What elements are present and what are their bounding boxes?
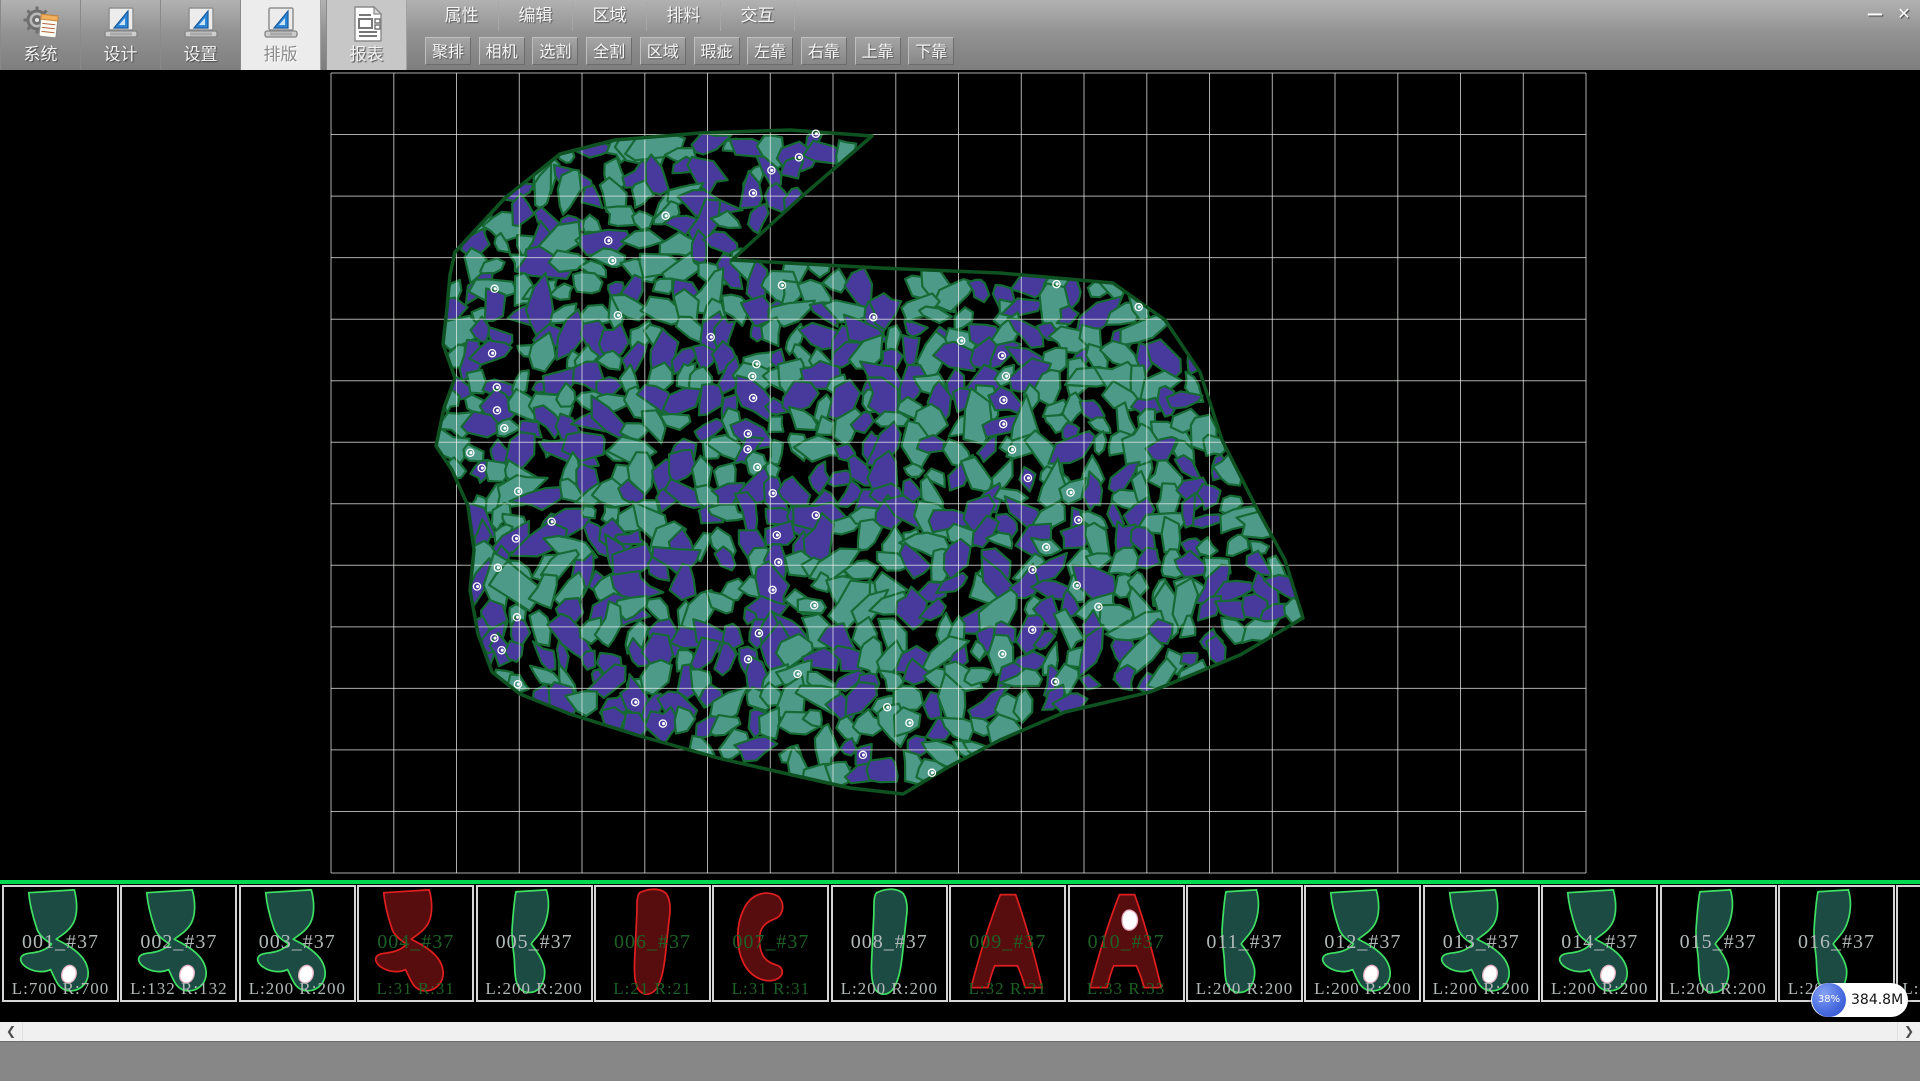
piece-id-label: 009_#37 [951, 931, 1064, 954]
nesting-canvas[interactable] [0, 70, 1920, 880]
piece-size-label: L:200 R:200 [478, 979, 591, 999]
menu-tab-1[interactable]: 属性 [425, 2, 499, 31]
laptop-ruler-icon [181, 3, 221, 45]
thumb-cell-6[interactable]: 006_#37 L:21 R:21 [594, 885, 711, 1002]
tool-button-8[interactable]: 右靠 [801, 37, 847, 65]
piece-size-label: L:33 R:33 [1070, 979, 1183, 999]
piece-id-label: 001_#37 [4, 931, 117, 954]
piece-id-label: 005_#37 [478, 931, 591, 954]
main-button-label: 设计 [81, 45, 160, 65]
thumb-cell-12[interactable]: 012_#37 L:200 R:200 [1304, 885, 1421, 1002]
thumb-cell-3[interactable]: 003_#37 L:200 R:200 [239, 885, 356, 1002]
close-button[interactable]: ✕ [1891, 3, 1917, 25]
main-button-label: 设置 [161, 45, 240, 65]
main-button-1[interactable]: 系统 [0, 0, 81, 70]
piece-size-label: L:200 R:200 [1543, 979, 1656, 999]
thumbnail-strip: 001_#37L:700 R:700002_#37L:132 R:132003_… [0, 884, 1920, 1004]
tool-button-10[interactable]: 下靠 [908, 37, 954, 65]
piece-size-label: L:200 R:200 [1662, 979, 1775, 999]
piece-size-label: L:200 R:200 [1425, 979, 1538, 999]
tool-button-1[interactable]: 聚排 [425, 37, 471, 65]
tool-button-7[interactable]: 左靠 [747, 37, 793, 65]
piece-size-label: L:700 R:700 [4, 979, 117, 999]
thumb-cell-8[interactable]: 008_#37 L:200 R:200 [831, 885, 948, 1002]
main-button-label: 系统 [1, 45, 80, 65]
piece-id-label: 014_#37 [1543, 931, 1656, 954]
piece-id-label: 008_#37 [833, 931, 946, 954]
thumb-cell-10[interactable]: 010_#37 L:33 R:33 [1068, 885, 1185, 1002]
piece-size-label: L:21 R:21 [596, 979, 709, 999]
laptop-ruler-icon [261, 3, 301, 45]
piece-size-label: L:200 R:200 [1188, 979, 1301, 999]
top-toolbar: 系统 设计 设置 排版 [0, 0, 1920, 71]
piece-size-label: L:200 R:200 [241, 979, 354, 999]
report-doc-icon [347, 3, 387, 45]
scroll-left-button[interactable]: ❮ [0, 1022, 23, 1041]
main-button-2[interactable]: 设计 [80, 0, 161, 70]
piece-id-label: 003_#37 [241, 931, 354, 954]
thumb-cell-11[interactable]: 011_#37 L:200 R:200 [1186, 885, 1303, 1002]
piece-size-label: L:31 R:31 [359, 979, 472, 999]
progress-percent: 38% [1812, 983, 1846, 1017]
tool-button-3[interactable]: 选割 [532, 37, 578, 65]
piece-size-label: L:200 R:200 [833, 979, 946, 999]
scroll-right-button[interactable]: ❯ [1897, 1022, 1920, 1041]
horizontal-scrollbar[interactable]: ❮ ❯ [0, 1022, 1920, 1041]
piece-id-label: 015_#37 [1662, 931, 1775, 954]
main-button-label: 报表 [327, 45, 406, 65]
piece-size-label: L:132 R:132 [122, 979, 235, 999]
main-button-4[interactable]: 排版 [240, 0, 321, 70]
thumb-cell-2[interactable]: 002_#37 L:132 R:132 [120, 885, 237, 1002]
bottom-status-bar [0, 1041, 1920, 1081]
thumb-cell-15[interactable]: 015_#37 L:200 R:200 [1660, 885, 1777, 1002]
thumb-cell-14[interactable]: 014_#37 L:200 R:200 [1541, 885, 1658, 1002]
tool-button-9[interactable]: 上靠 [855, 37, 901, 65]
gear-notes-icon [21, 3, 61, 45]
thumb-cell-13[interactable]: 013_#37 L:200 R:200 [1423, 885, 1540, 1002]
thumb-cell-9[interactable]: 009_#37 L:32 R:31 [949, 885, 1066, 1002]
piece-id-label: 004_#37 [359, 931, 472, 954]
status-badge: 38% 384.8M [1811, 983, 1908, 1017]
menu-tab-2[interactable]: 编辑 [499, 2, 573, 31]
tool-button-4[interactable]: 全割 [586, 37, 632, 65]
thumb-cell-7[interactable]: 007_#37 L:31 R:31 [712, 885, 829, 1002]
menu-tab-4[interactable]: 排料 [647, 2, 721, 31]
piece-id-label: 006_#37 [596, 931, 709, 954]
main-button-label: 排版 [241, 45, 320, 65]
piece-size-label: L:31 R:31 [714, 979, 827, 999]
thumb-cell-4[interactable]: 004_#37 L:31 R:31 [357, 885, 474, 1002]
piece-id-label: 007_#37 [714, 931, 827, 954]
main-button-5[interactable]: 报表 [326, 0, 407, 70]
piece-id-label: 011_#37 [1188, 931, 1301, 954]
piece-id-label: 016_#37 [1780, 931, 1893, 954]
tool-button-6[interactable]: 瑕疵 [694, 37, 740, 65]
piece-size-label: L:32 R:31 [951, 979, 1064, 999]
main-button-3[interactable]: 设置 [160, 0, 241, 70]
piece-id-label: 002_#37 [122, 931, 235, 954]
thumb-cell-1[interactable]: 001_#37 L:700 R:700 [2, 885, 119, 1002]
piece-size-label: L:200 R:200 [1306, 979, 1419, 999]
menu-tab-3[interactable]: 区域 [573, 2, 647, 31]
minimize-button[interactable]: — [1862, 3, 1888, 25]
piece-id-label: 012_#37 [1306, 931, 1419, 954]
thumb-cell-5[interactable]: 005_#37 L:200 R:200 [476, 885, 593, 1002]
piece-id-label: 013_#37 [1425, 931, 1538, 954]
memory-value: 384.8M [1851, 983, 1903, 1017]
menu-tab-5[interactable]: 交互 [721, 2, 795, 31]
laptop-ruler-icon [101, 3, 141, 45]
tool-button-2[interactable]: 相机 [479, 37, 525, 65]
tool-button-5[interactable]: 区域 [640, 37, 686, 65]
piece-id-label: 010_#37 [1070, 931, 1183, 954]
